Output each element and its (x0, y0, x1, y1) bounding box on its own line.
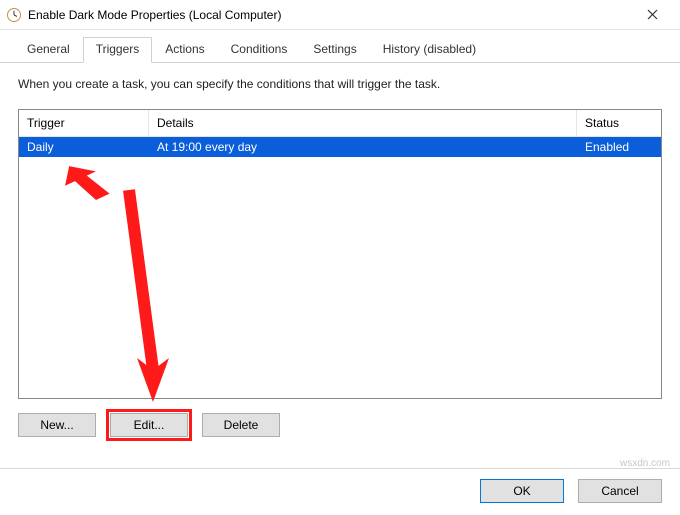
window-title: Enable Dark Mode Properties (Local Compu… (28, 8, 630, 22)
triggers-panel: When you create a task, you can specify … (0, 63, 680, 468)
status-cell: Enabled (577, 137, 661, 157)
task-scheduler-icon (6, 7, 22, 23)
trigger-cell: Daily (19, 137, 149, 157)
dialog-footer: OK Cancel (0, 468, 680, 515)
titlebar: Enable Dark Mode Properties (Local Compu… (0, 0, 680, 30)
intro-text: When you create a task, you can specify … (18, 77, 662, 91)
triggers-button-row: New... Edit... Delete (18, 399, 662, 437)
tab-conditions[interactable]: Conditions (218, 37, 301, 63)
col-header-status[interactable]: Status (577, 110, 661, 136)
tab-triggers[interactable]: Triggers (83, 37, 153, 63)
tabs-bar: General Triggers Actions Conditions Sett… (0, 30, 680, 63)
ok-button[interactable]: OK (480, 479, 564, 503)
watermark-text: wsxdn.com (620, 458, 670, 469)
edit-button[interactable]: Edit... (110, 413, 188, 437)
tab-history[interactable]: History (disabled) (370, 37, 489, 63)
new-button[interactable]: New... (18, 413, 96, 437)
col-header-trigger[interactable]: Trigger (19, 110, 149, 136)
close-button[interactable] (630, 1, 674, 29)
triggers-list-body: Daily At 19:00 every day Enabled (19, 137, 661, 398)
col-header-details[interactable]: Details (149, 110, 577, 136)
triggers-list: Trigger Details Status Daily At 19:00 ev… (18, 109, 662, 399)
tab-general[interactable]: General (14, 37, 83, 63)
tab-settings[interactable]: Settings (300, 37, 369, 63)
trigger-row[interactable]: Daily At 19:00 every day Enabled (19, 137, 661, 157)
tab-actions[interactable]: Actions (152, 37, 217, 63)
details-cell: At 19:00 every day (149, 137, 577, 157)
cancel-button[interactable]: Cancel (578, 479, 662, 503)
triggers-list-header: Trigger Details Status (19, 110, 661, 137)
delete-button[interactable]: Delete (202, 413, 280, 437)
